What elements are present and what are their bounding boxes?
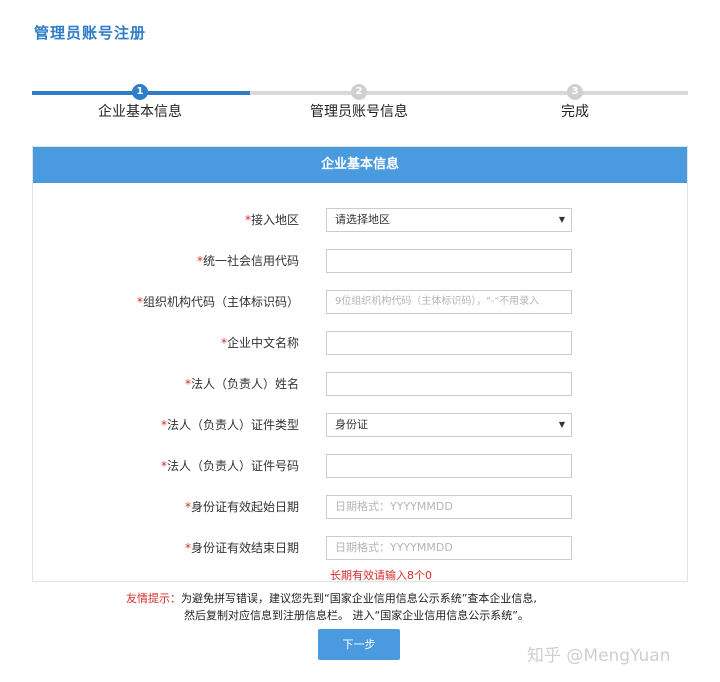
form-panel: 企业基本信息 *接入地区 请选择地区 ▼ *统一社会信用代码 *组织机构代码（主体… xyxy=(32,146,688,582)
tip-label: 友情提示： xyxy=(126,592,181,605)
form-row-region: *接入地区 请选择地区 ▼ xyxy=(33,206,689,234)
org-code-label: *组织机构代码（主体标识码） xyxy=(136,295,299,309)
company-name-label: *企业中文名称 xyxy=(220,336,299,350)
credit-code-input[interactable] xyxy=(326,249,572,273)
form-row-company-name: *企业中文名称 xyxy=(33,329,689,357)
form-row-org-code: *组织机构代码（主体标识码） 9位组织机构代码（主体标识码），"-"不用录入 xyxy=(33,288,689,316)
form-panel-header: 企业基本信息 xyxy=(33,147,687,183)
org-code-input[interactable]: 9位组织机构代码（主体标识码），"-"不用录入 xyxy=(326,290,572,314)
legal-name-input[interactable] xyxy=(326,372,572,396)
id-type-label: *法人（负责人）证件类型 xyxy=(160,418,299,432)
form-row-id-start-date: *身份证有效起始日期 日期格式：YYYYMMDD xyxy=(33,493,689,521)
form-row-id-number: *法人（负责人）证件号码 xyxy=(33,452,689,480)
id-type-select[interactable]: 身份证 ▼ xyxy=(326,413,572,437)
id-start-date-input[interactable]: 日期格式：YYYYMMDD xyxy=(326,495,572,519)
step-1-marker: 1 xyxy=(132,84,148,100)
id-start-date-label: *身份证有效起始日期 xyxy=(184,500,299,514)
watermark: 知乎 @MengYuan xyxy=(527,646,671,666)
chevron-down-icon: ▼ xyxy=(558,215,565,224)
region-select[interactable]: 请选择地区 ▼ xyxy=(326,208,572,232)
page-title: 管理员账号注册 xyxy=(34,24,147,42)
id-number-input[interactable] xyxy=(326,454,572,478)
tip-line2[interactable]: 然后复制对应信息到注册信息栏。 进入“国家企业信用信息公示系统”。 xyxy=(184,607,529,623)
next-step-button[interactable]: 下一步 xyxy=(318,629,400,660)
step-2-label: 管理员账号信息 xyxy=(310,104,408,120)
form-row-legal-name: *法人（负责人）姓名 xyxy=(33,370,689,398)
legal-name-label: *法人（负责人）姓名 xyxy=(184,377,299,391)
long-term-hint: 长期有效请输入8个0 xyxy=(330,569,432,582)
tip-line1: 为避免拼写错误，建议您先到“国家企业信用信息公示系统”查本企业信息, xyxy=(181,592,537,605)
id-end-date-label: *身份证有效结束日期 xyxy=(184,541,299,555)
form-row-id-end-date: *身份证有效结束日期 日期格式：YYYYMMDD xyxy=(33,534,689,562)
step-3-marker: 3 xyxy=(567,84,583,100)
company-name-input[interactable] xyxy=(326,331,572,355)
chevron-down-icon: ▼ xyxy=(558,420,565,429)
step-3-label: 完成 xyxy=(561,104,589,120)
step-1-label: 企业基本信息 xyxy=(98,104,182,120)
form-row-credit-code: *统一社会信用代码 xyxy=(33,247,689,275)
region-label: *接入地区 xyxy=(244,213,299,227)
form-row-id-type: *法人（负责人）证件类型 身份证 ▼ xyxy=(33,411,689,439)
step-2-marker: 2 xyxy=(351,84,367,100)
credit-code-label: *统一社会信用代码 xyxy=(196,254,299,268)
id-end-date-input[interactable]: 日期格式：YYYYMMDD xyxy=(326,536,572,560)
id-number-label: *法人（负责人）证件号码 xyxy=(160,459,299,473)
friendly-tip: 友情提示：为避免拼写错误，建议您先到“国家企业信用信息公示系统”查本企业信息, xyxy=(126,591,537,607)
